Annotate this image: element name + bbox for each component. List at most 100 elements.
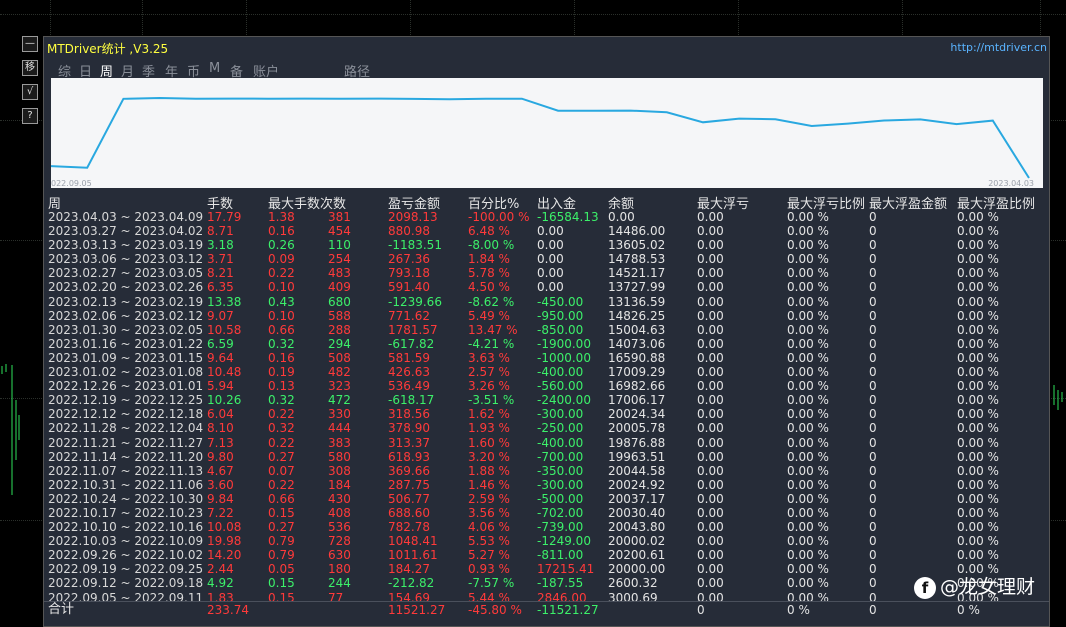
row-flow: -400.00 bbox=[537, 365, 584, 380]
app-url-link[interactable]: http://mtdriver.cn bbox=[950, 41, 1047, 54]
row-max-float-loss: 0.00 bbox=[697, 350, 724, 365]
row-balance: 13727.99 bbox=[608, 280, 666, 295]
row-pl: 591.40 bbox=[388, 280, 430, 295]
row-flow: -2400.00 bbox=[537, 393, 591, 408]
move-button[interactable]: 移 bbox=[22, 60, 38, 76]
row-pl: 318.56 bbox=[388, 407, 430, 422]
row-count: 454 bbox=[328, 224, 351, 239]
col-header-lots: 手数 bbox=[207, 197, 234, 212]
total-flow: -11521.27 bbox=[537, 603, 599, 617]
total-row: 合计 233.74 11521.27 -45.80 % -11521.27 0 … bbox=[44, 601, 1049, 618]
row-balance: 14073.06 bbox=[608, 336, 666, 351]
minimize-button[interactable]: — bbox=[22, 36, 38, 52]
row-max-float-profit-pct: 0.00 % bbox=[957, 379, 999, 394]
row-flow: -1249.00 bbox=[537, 534, 591, 549]
table-row: 2022.10.24 ~ 2022.10.30 9.84 0.66 430 506.77… bbox=[44, 492, 1049, 506]
table-row: 2023.02.06 ~ 2023.02.12 9.07 0.10 588 771.62… bbox=[44, 309, 1049, 323]
row-period: 2022.10.24 ~ 2022.10.30 bbox=[48, 491, 204, 506]
app-title: MTDriver统计 ,V3.25 bbox=[47, 42, 169, 56]
row-max-float-loss-pct: 0.00 % bbox=[787, 350, 829, 365]
row-period: 2023.03.06 ~ 2023.03.12 bbox=[48, 252, 204, 267]
tab-magic[interactable]: M bbox=[209, 61, 220, 76]
row-flow: 17215.41 bbox=[537, 562, 595, 577]
row-period: 2022.12.12 ~ 2022.12.18 bbox=[48, 407, 204, 422]
row-max-float-profit-pct: 0.00 % bbox=[957, 435, 999, 450]
row-max-float-loss: 0.00 bbox=[697, 548, 724, 563]
row-pl: -1183.51 bbox=[388, 238, 442, 253]
table-row: 2022.10.31 ~ 2022.11.06 3.60 0.22 184 287.75… bbox=[44, 478, 1049, 492]
row-lots: 9.64 bbox=[207, 350, 234, 365]
left-candles bbox=[1, 364, 20, 495]
row-pl: 1781.57 bbox=[388, 322, 438, 337]
row-max-float-profit-pct: 0.00 % bbox=[957, 350, 999, 365]
row-max-float-loss: 0.00 bbox=[697, 322, 724, 337]
row-balance: 14486.00 bbox=[608, 224, 666, 239]
row-lots: 13.38 bbox=[207, 294, 242, 309]
row-pct: 0.93 % bbox=[468, 562, 510, 577]
row-max-float-loss: 0.00 bbox=[697, 224, 724, 239]
table-row: 2023.03.27 ~ 2023.04.02 8.71 0.16 454 880.98… bbox=[44, 224, 1049, 238]
total-pct: -45.80 % bbox=[468, 603, 522, 617]
row-max-float-profit: 0 bbox=[869, 294, 877, 309]
total-lots: 233.74 bbox=[207, 603, 249, 617]
row-lots: 9.07 bbox=[207, 308, 234, 323]
row-lots: 4.67 bbox=[207, 463, 234, 478]
row-pct: -4.21 % bbox=[468, 336, 515, 351]
face-icon: f bbox=[914, 576, 936, 599]
row-period: 2022.11.28 ~ 2022.12.04 bbox=[48, 421, 204, 436]
row-max-lots: 0.66 bbox=[268, 491, 295, 506]
row-max-lots: 0.43 bbox=[268, 294, 295, 309]
row-max-lots: 0.09 bbox=[268, 252, 295, 267]
row-max-float-profit-pct: 0.00 % bbox=[957, 336, 999, 351]
table-row: 2022.12.19 ~ 2022.12.25 10.26 0.32 472 -618.… bbox=[44, 393, 1049, 407]
row-lots: 5.94 bbox=[207, 379, 234, 394]
table-row: 2022.11.07 ~ 2022.11.13 4.67 0.07 308 369.66… bbox=[44, 464, 1049, 478]
row-max-float-profit: 0 bbox=[869, 322, 877, 337]
row-pct: 13.47 % bbox=[468, 322, 518, 337]
total-label: 合计 bbox=[48, 602, 75, 617]
row-max-lots: 0.66 bbox=[268, 322, 295, 337]
row-period: 2022.12.26 ~ 2023.01.01 bbox=[48, 379, 204, 394]
row-balance: 17006.17 bbox=[608, 393, 666, 408]
balance-chart bbox=[51, 78, 1043, 188]
row-period: 2022.10.03 ~ 2022.10.09 bbox=[48, 534, 204, 549]
col-header-max-float-loss: 最大浮亏 bbox=[697, 197, 750, 212]
row-pl: 426.63 bbox=[388, 365, 430, 380]
row-max-float-profit: 0 bbox=[869, 308, 877, 323]
row-max-float-profit-pct: 0.00 % bbox=[957, 224, 999, 239]
row-pl: 1011.61 bbox=[388, 548, 438, 563]
row-pct: 1.88 % bbox=[468, 463, 510, 478]
row-flow: -300.00 bbox=[537, 477, 584, 492]
row-period: 2022.09.19 ~ 2022.09.25 bbox=[48, 562, 204, 577]
row-count: 330 bbox=[328, 407, 351, 422]
row-lots: 3.18 bbox=[207, 238, 234, 253]
check-button[interactable]: √ bbox=[22, 84, 38, 100]
table-row: 2023.02.27 ~ 2023.03.05 8.21 0.22 483 793.18… bbox=[44, 266, 1049, 280]
row-max-lots: 1.38 bbox=[268, 210, 295, 224]
row-max-float-profit-pct: 0.00 % bbox=[957, 548, 999, 563]
balance-chart-svg bbox=[51, 96, 1030, 179]
row-period: 2023.02.20 ~ 2023.02.26 bbox=[48, 280, 204, 295]
stats-panel: MTDriver统计 ,V3.25 http://mtdriver.cn 综 日… bbox=[43, 36, 1050, 627]
row-lots: 14.20 bbox=[207, 548, 242, 563]
row-max-lots: 0.15 bbox=[268, 505, 295, 520]
row-period: 2022.10.31 ~ 2022.11.06 bbox=[48, 477, 204, 492]
row-max-float-loss-pct: 0.00 % bbox=[787, 562, 829, 577]
row-flow: 0.00 bbox=[537, 252, 564, 267]
row-max-float-loss: 0.00 bbox=[697, 365, 724, 380]
row-pl: 2098.13 bbox=[388, 210, 438, 224]
row-max-float-profit-pct: 0.00 % bbox=[957, 365, 999, 380]
row-max-float-profit: 0 bbox=[869, 336, 877, 351]
right-candles bbox=[1053, 385, 1063, 410]
weekly-stats-table: 2023.04.03 ~ 2023.04.09 17.79 1.38 381 2098.… bbox=[44, 210, 1049, 605]
row-period: 2022.11.21 ~ 2022.11.27 bbox=[48, 435, 204, 450]
row-balance: 20043.80 bbox=[608, 520, 666, 535]
help-button[interactable]: ? bbox=[22, 108, 38, 124]
row-max-float-profit-pct: 0.00 % bbox=[957, 534, 999, 549]
row-max-float-profit: 0 bbox=[869, 266, 877, 281]
row-period: 2023.03.13 ~ 2023.03.19 bbox=[48, 238, 204, 253]
row-period: 2023.02.06 ~ 2023.02.12 bbox=[48, 308, 204, 323]
row-max-float-loss-pct: 0.00 % bbox=[787, 505, 829, 520]
row-count: 294 bbox=[328, 336, 351, 351]
row-max-float-loss: 0.00 bbox=[697, 463, 724, 478]
